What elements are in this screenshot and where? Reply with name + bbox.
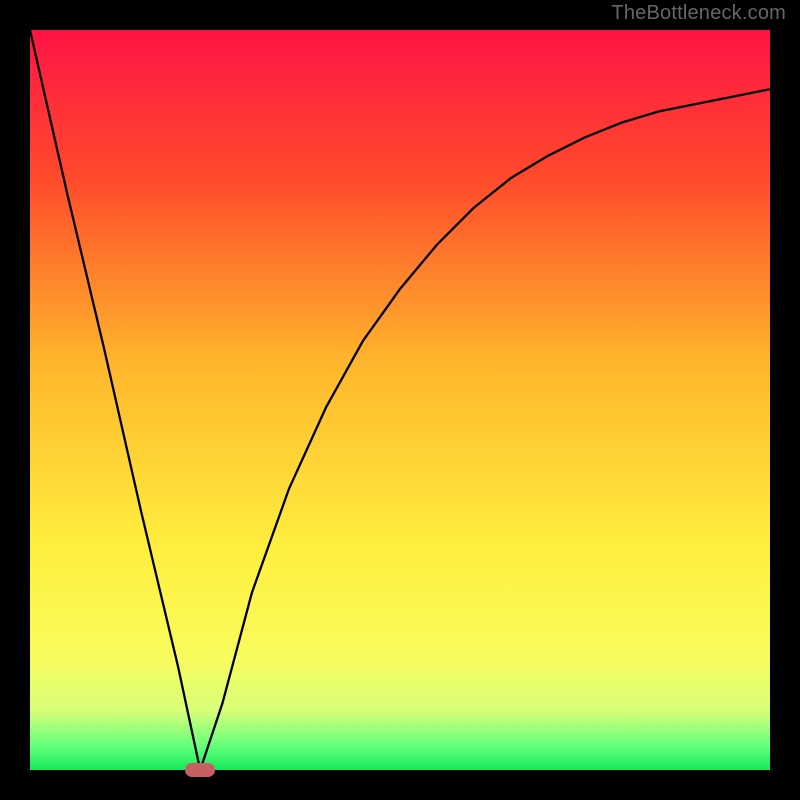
chart-frame: TheBottleneck.com: [0, 0, 800, 800]
watermark-text: TheBottleneck.com: [611, 2, 786, 25]
gradient-background: [30, 30, 770, 770]
chart-svg: [30, 30, 770, 770]
plot-area: [30, 30, 770, 770]
optimum-marker: [185, 763, 215, 777]
